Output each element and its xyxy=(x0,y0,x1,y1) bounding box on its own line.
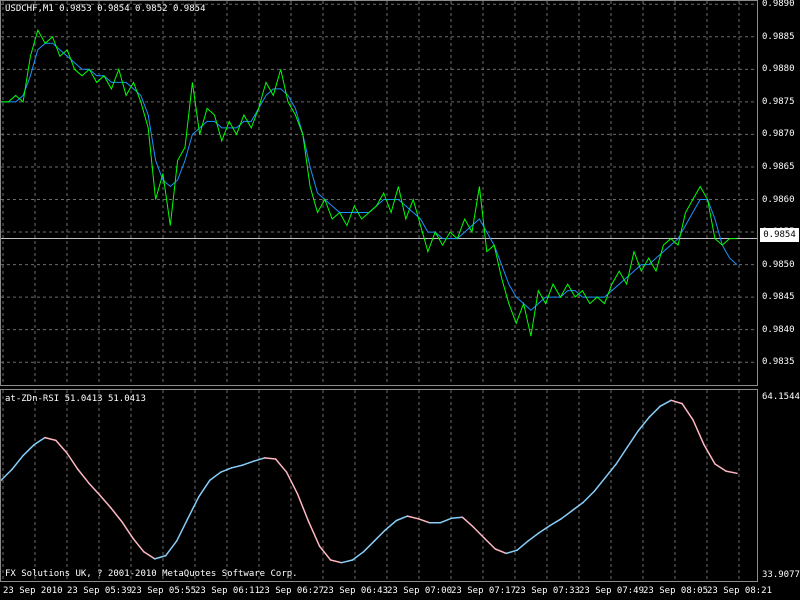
rsi-segment xyxy=(615,446,628,465)
rsi-segment xyxy=(329,559,343,564)
rsi-segment xyxy=(384,519,398,531)
rsi-segment xyxy=(593,476,606,493)
ma-series-line xyxy=(1,42,738,311)
rsi-segment xyxy=(230,464,244,469)
rsi-segment xyxy=(417,518,431,524)
copyright-text: FX Solutions UK, ? 2001-2010 MetaQuotes … xyxy=(5,569,298,579)
rsi-segment xyxy=(274,458,288,473)
time-tick-label: 23 Sep 07:17 xyxy=(451,586,517,596)
rsi-segment xyxy=(186,496,200,520)
rsi-chart xyxy=(1,390,740,581)
symbol-info: USDCHF,M1 0.9853 0.9854 0.9852 0.9854 xyxy=(5,4,206,14)
time-tick-label: 23 Sep 06:11 xyxy=(195,586,261,596)
rsi-segment xyxy=(351,551,365,561)
time-tick-label: 23 Sep 05:55 xyxy=(131,586,197,596)
rsi-segment xyxy=(395,515,409,522)
rsi-segment xyxy=(439,517,453,524)
rsi-segment xyxy=(44,436,57,442)
rsi-segment xyxy=(285,471,299,495)
time-tick-label: 23 Sep 2010 xyxy=(3,586,63,596)
rsi-segment xyxy=(494,548,508,555)
price-tick-label: 0.9840 xyxy=(762,324,795,335)
indicator-label: at-ZDn-RSI 51.0413 51.0413 xyxy=(5,394,146,404)
price-tick-label: 0.9875 xyxy=(762,96,795,107)
rsi-segment xyxy=(406,515,420,520)
time-tick-label: 23 Sep 06:27 xyxy=(259,586,325,596)
time-tick-label: 23 Sep 08:05 xyxy=(643,586,709,596)
rsi-segment xyxy=(154,554,167,560)
rsi-segment xyxy=(318,545,332,561)
rsi-segment xyxy=(703,444,716,465)
price-chart xyxy=(1,1,757,385)
indicator-min-label: 33.9077 xyxy=(762,570,800,580)
price-tick-label: 0.9885 xyxy=(762,31,795,42)
rsi-segment xyxy=(549,518,562,527)
time-tick-label: 23 Sep 07:33 xyxy=(515,586,581,596)
rsi-segment xyxy=(307,520,321,548)
rsi-segment xyxy=(461,516,475,528)
rsi-segment xyxy=(725,470,738,475)
rsi-segment xyxy=(197,479,211,498)
rsi-segment xyxy=(132,537,145,553)
rsi-segment xyxy=(143,551,156,560)
indicator-max-label: 64.1544 xyxy=(762,392,800,402)
rsi-segment xyxy=(263,457,277,460)
rsi-segment xyxy=(66,452,79,471)
time-tick-label: 23 Sep 07:00 xyxy=(387,586,453,596)
rsi-segment xyxy=(110,507,123,523)
price-tick-label: 0.9835 xyxy=(762,357,795,368)
rsi-segment xyxy=(296,493,310,523)
rsi-segment xyxy=(88,482,101,496)
rsi-segment xyxy=(22,444,35,457)
rsi-segment xyxy=(11,454,24,471)
rsi-segment xyxy=(670,399,683,405)
price-tick-label: 0.9845 xyxy=(762,292,795,303)
rsi-segment xyxy=(659,399,672,408)
price-chart-pane[interactable]: USDCHF,M1 0.9853 0.9854 0.9852 0.9854 xyxy=(0,0,758,386)
rsi-segment xyxy=(626,430,639,449)
indicator-pane[interactable]: at-ZDn-RSI 51.0413 51.0413 FX Solutions … xyxy=(0,389,758,582)
rsi-segment xyxy=(505,549,519,555)
time-tick-label: 23 Sep 08:21 xyxy=(707,586,773,596)
rsi-segment xyxy=(165,540,178,557)
rsi-segment xyxy=(450,516,464,520)
rsi-segment xyxy=(648,405,661,419)
price-tick-label: 0.9865 xyxy=(762,161,795,172)
price-tick-label: 0.9860 xyxy=(762,194,795,205)
rsi-segment xyxy=(77,468,90,484)
rsi-segment xyxy=(208,471,222,482)
price-tick-label: 0.9890 xyxy=(762,0,795,10)
rsi-segment xyxy=(560,509,573,520)
rsi-segment xyxy=(99,494,112,509)
time-tick-label: 23 Sep 05:39 xyxy=(67,586,133,596)
rsi-segment xyxy=(571,501,584,512)
price-tick-label: 0.9870 xyxy=(762,129,795,140)
rsi-segment xyxy=(219,467,233,473)
rsi-segment xyxy=(637,416,650,432)
rsi-segment xyxy=(362,540,376,553)
price-tick-label: 0.9880 xyxy=(762,64,795,75)
rsi-segment xyxy=(340,559,354,564)
current-price-marker: 0.9854 xyxy=(760,228,799,242)
time-tick-label: 23 Sep 06:43 xyxy=(323,586,389,596)
rsi-segment xyxy=(176,518,189,542)
rsi-segment xyxy=(241,460,255,466)
price-series-line xyxy=(1,29,737,337)
rsi-segment xyxy=(692,419,705,446)
rsi-segment xyxy=(538,524,552,534)
time-tick-label: 23 Sep 07:49 xyxy=(579,586,645,596)
rsi-segment xyxy=(55,439,68,454)
rsi-segment xyxy=(714,463,727,472)
rsi-segment xyxy=(681,402,694,421)
rsi-segment xyxy=(527,531,541,542)
rsi-segment xyxy=(373,529,387,542)
rsi-segment xyxy=(483,537,497,550)
price-tick-label: 0.9850 xyxy=(762,259,795,270)
rsi-segment xyxy=(582,490,595,504)
rsi-segment xyxy=(33,436,46,446)
rsi-segment xyxy=(516,540,530,551)
